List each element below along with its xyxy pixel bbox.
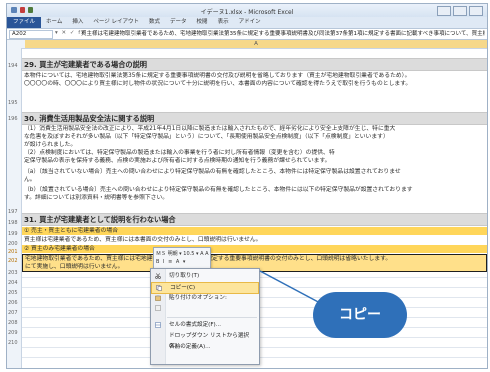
- callout-pointer: [259, 270, 323, 305]
- copy-callout: コピー: [313, 292, 407, 338]
